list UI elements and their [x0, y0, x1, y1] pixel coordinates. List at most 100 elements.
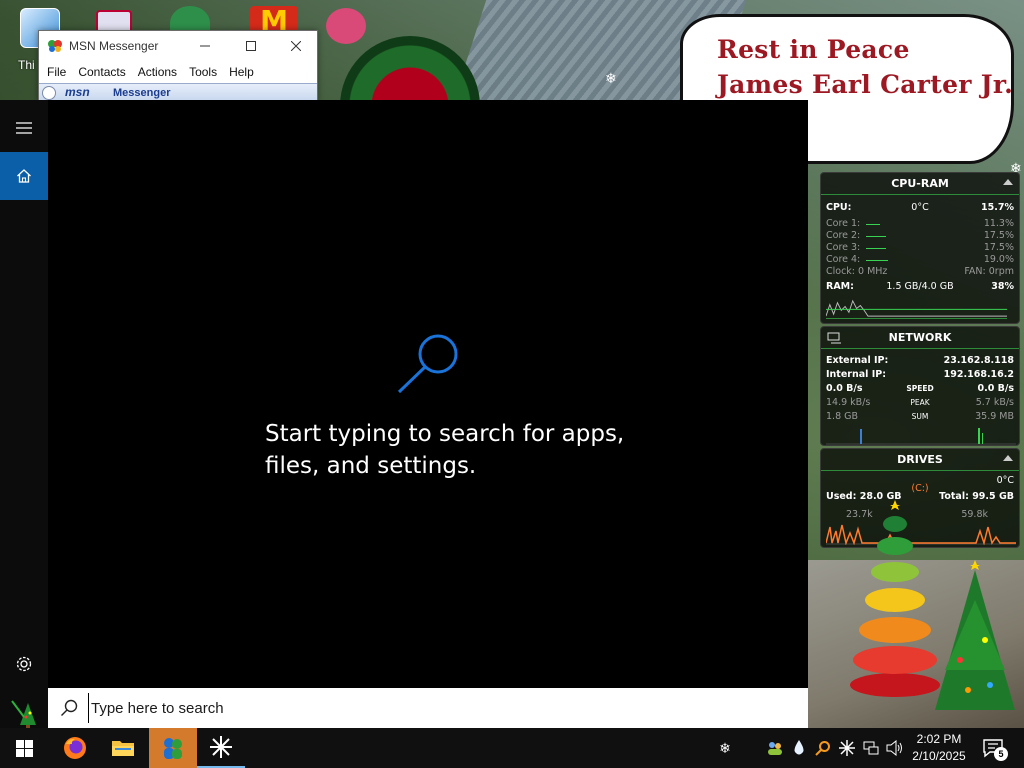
cpu-ram-panel: CPU-RAM CPU: 0°C 15.7% Core 1: 11.3% Cor… [820, 172, 1020, 324]
collapse-arrow-icon[interactable] [1003, 455, 1013, 461]
network-traffic-graph [826, 428, 1016, 445]
external-ip-row: External IP: 23.162.8.118 [826, 355, 1014, 367]
hamburger-menu-icon [16, 122, 32, 134]
asterisk-icon [839, 740, 855, 756]
network-panel: NETWORK External IP: 23.162.8.118 Intern… [820, 326, 1020, 446]
sum-up: 35.9 MB [975, 411, 1014, 422]
sum-row: 1.8 GB SUM 35.9 MB [826, 411, 1014, 423]
close-button[interactable] [273, 31, 319, 61]
taskbar-msn-button[interactable] [149, 728, 197, 768]
internal-ip-value: 192.168.16.2 [943, 369, 1014, 380]
asterisk-app-icon [210, 736, 232, 758]
start-left-rail [0, 100, 48, 728]
close-icon [291, 41, 301, 51]
clock-date: 2/10/2025 [912, 749, 966, 763]
fan-value: FAN: 0rpm [964, 266, 1014, 277]
collapse-arrow-icon[interactable] [1003, 179, 1013, 185]
clock-row: Clock: 0 MHz FAN: 0rpm [826, 266, 1014, 278]
expand-menu-button[interactable] [0, 104, 48, 152]
network-tray-icon[interactable] [862, 739, 880, 757]
ram-value: 1.5 GB/4.0 GB [886, 281, 954, 292]
system-monitor-gadget: CPU-RAM CPU: 0°C 15.7% Core 1: 11.3% Cor… [820, 172, 1020, 550]
drive-total: Total: 99.5 GB [939, 491, 1014, 502]
maximize-button[interactable] [228, 31, 274, 61]
cpu-ram-title-text: CPU-RAM [891, 177, 949, 190]
home-icon [17, 169, 31, 183]
gear-icon [16, 656, 32, 672]
network-title-text: NETWORK [888, 331, 952, 344]
user-account-button[interactable] [0, 696, 48, 732]
core-value: 11.3% [983, 218, 1014, 229]
speaker-icon [886, 740, 902, 756]
people-icon [768, 742, 782, 755]
msn-messenger-window[interactable]: MSN Messenger File Contacts Actions Tool… [38, 30, 318, 102]
internal-ip-row: Internal IP: 192.168.16.2 [826, 369, 1014, 381]
notification-count-badge: 5 [994, 747, 1008, 761]
firefox-icon [64, 737, 86, 759]
core-usage-bar [866, 260, 888, 261]
desktop-icon-label[interactable]: Thi [18, 58, 35, 72]
search-hint-line: files, and settings. [265, 453, 477, 479]
ram-usage-graph [826, 299, 1008, 319]
menu-help[interactable]: Help [223, 61, 260, 83]
network-icon [863, 741, 879, 755]
start-button[interactable] [0, 728, 48, 768]
search-magnifier-icon [397, 334, 458, 394]
menu-actions[interactable]: Actions [132, 61, 183, 83]
msn-logo-subtitle: Messenger [113, 87, 171, 99]
drives-title: DRIVES [821, 449, 1019, 471]
home-button[interactable] [0, 152, 48, 200]
external-ip-label: External IP: [826, 355, 889, 366]
taskbar-app-button[interactable] [197, 728, 245, 768]
santa-sleigh-icon [326, 8, 366, 44]
search-input[interactable] [88, 693, 688, 723]
cpu-row: CPU: 0°C 15.7% [826, 202, 1014, 214]
menu-tools[interactable]: Tools [183, 61, 223, 83]
volume-tray-icon[interactable] [886, 739, 904, 757]
taskbar-file-explorer-button[interactable] [99, 728, 147, 768]
water-drop-icon [794, 740, 804, 755]
user-christmas-tree-icon [11, 700, 36, 728]
core-label: Core 3: [826, 242, 861, 253]
collapse-icon[interactable] [42, 86, 56, 100]
core-row: Core 2: 17.5% [826, 230, 1014, 242]
core-value: 17.5% [983, 230, 1014, 241]
ram-row: RAM: 1.5 GB/4.0 GB 38% [826, 281, 1014, 293]
peak-up: 5.7 kB/s [975, 397, 1014, 408]
search-tray-icon[interactable] [814, 739, 832, 757]
settings-button[interactable] [0, 640, 48, 688]
core-usage-bar [866, 248, 886, 249]
taskbar-clock[interactable]: 2:02 PM 2/10/2025 [910, 731, 968, 765]
core-row: Core 4: 19.0% [826, 254, 1014, 266]
core-label: Core 1: [826, 218, 861, 229]
cpu-percent: 15.7% [981, 202, 1014, 213]
search-hint-line: Start typing to search for apps, [265, 421, 625, 447]
clock-time: 2:02 PM [916, 732, 962, 746]
peak-row: 14.9 kB/s PEAK 5.7 kB/s [826, 397, 1014, 409]
asterisk-tray-icon[interactable] [838, 739, 856, 757]
taskbar-firefox-button[interactable] [51, 728, 99, 768]
drive-write: 59.8k [961, 509, 988, 520]
minimize-button[interactable] [182, 31, 228, 61]
bubble-text-line: Rest in Peace [717, 35, 910, 64]
menu-contacts[interactable]: Contacts [72, 61, 131, 83]
snowflake-tray-icon[interactable]: ❄ [716, 739, 734, 757]
minimize-icon [200, 45, 210, 47]
msn-buddy-icon [164, 738, 182, 759]
core-row: Core 1: 11.3% [826, 218, 1014, 230]
msn-window-title: MSN Messenger [69, 39, 159, 53]
taskbar-search-box[interactable] [48, 688, 808, 728]
water-drop-tray-icon[interactable] [790, 739, 808, 757]
snowflake-icon: ❄ [605, 70, 617, 86]
core-value: 17.5% [983, 242, 1014, 253]
menu-file[interactable]: File [41, 61, 72, 83]
msn-logo-bar: msn Messenger [39, 83, 317, 101]
search-icon [61, 699, 78, 716]
start-search-panel: Start typing to search for apps, files, … [0, 100, 808, 728]
speed-up: 0.0 B/s [977, 383, 1014, 394]
core-value: 19.0% [983, 254, 1014, 265]
taskbar: ❄ 2:02 PM 2/10/2025 5 [0, 728, 1024, 768]
people-tray-icon[interactable] [766, 739, 784, 757]
msn-titlebar[interactable]: MSN Messenger [39, 31, 317, 61]
christmas-wreath-decoration [340, 36, 480, 106]
